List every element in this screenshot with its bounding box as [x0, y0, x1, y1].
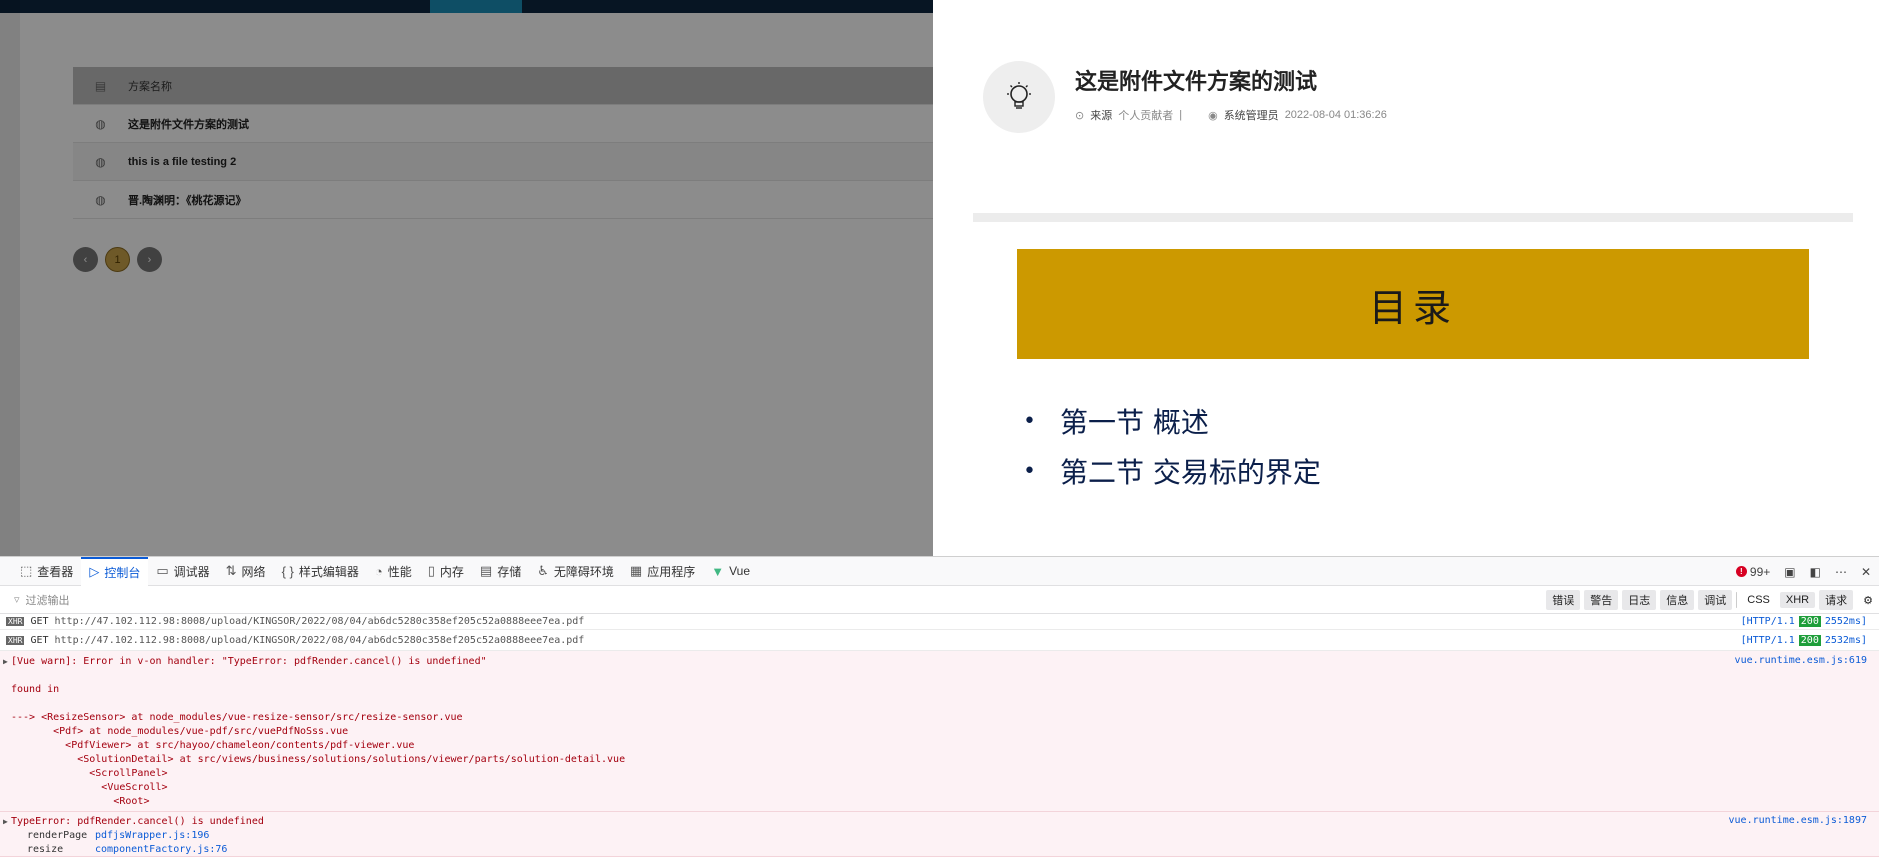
- list-item: 第一节 概述: [1023, 396, 1321, 446]
- console-icon: ▷: [89, 564, 100, 579]
- filter-debug[interactable]: 调试: [1698, 590, 1733, 610]
- responsive-icon[interactable]: ▣: [1784, 565, 1795, 579]
- vue-warning-entry[interactable]: ▶ [Vue warn]: Error in v-on handler: "Typ…: [0, 651, 1879, 812]
- tab-vue[interactable]: ▼ Vue: [703, 557, 758, 586]
- network-log-entry[interactable]: XHR GET http://47.102.112.98:8008/upload…: [0, 614, 1879, 630]
- more-icon[interactable]: ⋯: [1835, 565, 1847, 579]
- vue-logo-icon: ▼: [711, 563, 725, 579]
- type-error-entry[interactable]: ▶ TypeError: pdfRender.cancel() is undefi…: [0, 812, 1879, 857]
- gauge-icon: ◔: [374, 563, 383, 579]
- devtools-panel: ⬚ 查看器 ▷ 控制台 ▭ 调试器 ⇅ 网络 { } 样式编辑器 ◔ 性能 ▯ 内存 ▤ 存储 …: [0, 556, 1879, 857]
- source-link[interactable]: vue.runtime.esm.js:1897: [1729, 815, 1867, 826]
- section-divider: [973, 213, 1853, 222]
- storage-icon: ▤: [479, 563, 493, 578]
- expand-arrow-icon[interactable]: ▶: [3, 817, 8, 826]
- tab-network[interactable]: ⇅ 网络: [218, 557, 274, 586]
- request-status: [HTTP/1.1 200 2552ms]: [1740, 616, 1867, 627]
- filter-warnings[interactable]: 警告: [1584, 590, 1619, 610]
- memory-icon: ▯: [427, 563, 435, 578]
- overlay-edge: [0, 0, 20, 556]
- user-icon: ◉: [1208, 109, 1218, 122]
- tab-debugger[interactable]: ▭ 调试器: [148, 557, 217, 586]
- filter-icon: ▿: [14, 594, 20, 606]
- xhr-badge: XHR: [6, 617, 25, 626]
- devtools-tab-bar: ⬚ 查看器 ▷ 控制台 ▭ 调试器 ⇅ 网络 { } 样式编辑器 ◔ 性能 ▯ 内存 ▤ 存储 …: [0, 556, 1879, 586]
- source-icon: ⊙: [1075, 109, 1085, 122]
- list-item: 第二节 交易标的界定: [1023, 446, 1321, 496]
- tab-style-editor[interactable]: { } 样式编辑器: [274, 557, 367, 586]
- tab-memory[interactable]: ▯ 内存: [420, 557, 472, 586]
- app-root: ▤ 方案名称 ◍ 这是附件文件方案的测试 ◍ this is a file te…: [0, 0, 1879, 857]
- network-icon: ⇅: [225, 563, 237, 578]
- close-icon[interactable]: ✕: [1861, 565, 1871, 579]
- pdf-toc-list: 第一节 概述 第二节 交易标的界定: [1023, 396, 1321, 496]
- grid-icon: ▦: [629, 563, 643, 578]
- settings-icon[interactable]: ⚙: [1857, 592, 1879, 609]
- filter-errors[interactable]: 错误: [1546, 590, 1581, 610]
- publish-date: 2022-08-04 01:36:26: [1284, 109, 1387, 121]
- expand-arrow-icon[interactable]: ▶: [3, 657, 8, 666]
- lightbulb-icon: [983, 61, 1055, 133]
- tab-performance[interactable]: ◔ 性能: [367, 557, 420, 586]
- error-icon: !: [1735, 566, 1747, 577]
- debugger-icon: ▭: [156, 563, 169, 578]
- source-value: 个人贡献者: [1118, 110, 1174, 122]
- page-area: ▤ 方案名称 ◍ 这是附件文件方案的测试 ◍ this is a file te…: [0, 0, 1879, 556]
- meta-divider: |: [1179, 109, 1183, 121]
- tab-accessibility[interactable]: ♿ 无障碍环境: [529, 557, 622, 586]
- dock-icon[interactable]: ◧: [1810, 565, 1821, 579]
- modal-overlay[interactable]: [0, 0, 933, 556]
- xhr-badge: XHR: [6, 635, 25, 645]
- solution-detail-drawer: 这是附件文件方案的测试 ⊙ 来源 个人贡献者 | ◉ 系统管理员 2022-08…: [933, 0, 1879, 556]
- solution-title: 这是附件文件方案的测试: [1075, 69, 1318, 94]
- source-link[interactable]: vue.runtime.esm.js:619: [1735, 655, 1867, 666]
- inspector-icon: ⬚: [20, 563, 33, 578]
- log-level-filters: 错误 警告 日志 信息 调试 CSS XHR 请求 ⚙: [1546, 586, 1879, 614]
- tab-inspector[interactable]: ⬚ 查看器: [12, 557, 81, 586]
- filter-info[interactable]: 信息: [1660, 590, 1695, 610]
- devtools-toolbar-right: ! 99+ ▣ ◧ ⋯ ✕: [1735, 557, 1871, 586]
- pdf-toc-banner: 目录: [1017, 249, 1809, 359]
- tab-storage[interactable]: ▤ 存储: [472, 557, 529, 586]
- console-output: XHR GET http://47.102.112.98:8008/upload…: [0, 614, 1879, 857]
- network-log-entry[interactable]: XHR GET http://47.102.112.98:8008/upload…: [0, 630, 1879, 651]
- author-name: 系统管理员: [1223, 110, 1279, 122]
- filter-requests[interactable]: 请求: [1819, 590, 1854, 610]
- solution-meta: ⊙ 来源 个人贡献者 | ◉ 系统管理员 2022-08-04 01:36:26: [1075, 107, 1387, 123]
- source-label: 来源: [1090, 110, 1113, 122]
- error-count-badge[interactable]: ! 99+: [1735, 565, 1770, 579]
- filter-css[interactable]: CSS: [1741, 592, 1776, 608]
- accessibility-icon: ♿: [537, 563, 549, 578]
- request-status: [HTTP/1.1 200 2532ms]: [1740, 634, 1867, 646]
- filter-logs[interactable]: 日志: [1622, 590, 1657, 610]
- filter-input[interactable]: 过滤输出: [26, 592, 70, 608]
- tab-console[interactable]: ▷ 控制台: [81, 556, 149, 586]
- braces-icon: { }: [281, 563, 294, 579]
- filter-xhr[interactable]: XHR: [1779, 592, 1816, 608]
- console-filter-bar: ▿ 过滤输出 错误 警告 日志 信息 调试 CSS XHR 请求 ⚙: [0, 586, 1879, 614]
- tab-application[interactable]: ▦ 应用程序: [622, 557, 703, 586]
